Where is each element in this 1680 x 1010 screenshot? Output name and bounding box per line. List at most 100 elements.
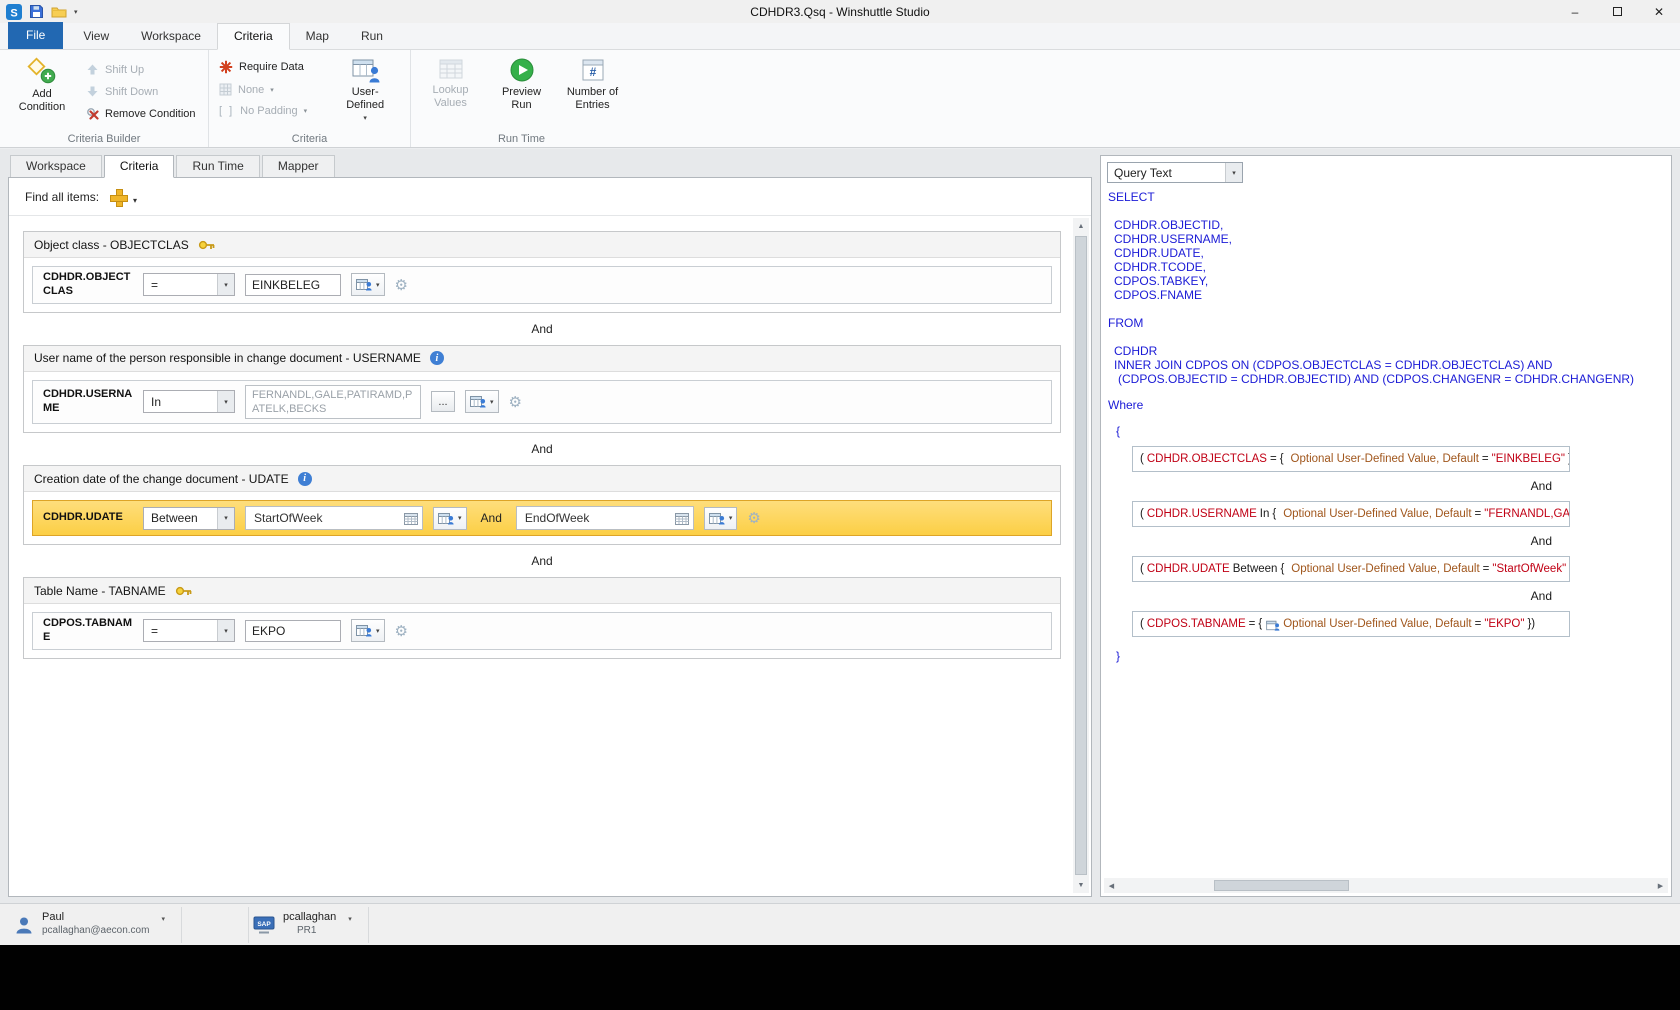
- start-date-input[interactable]: StartOfWeek: [245, 506, 423, 530]
- preview-run-icon: [509, 57, 535, 83]
- dropdown-arrow-icon: ▾: [729, 514, 733, 522]
- none-dropdown-icon: ▾: [270, 86, 274, 94]
- main-area: Workspace Criteria Run Time Mapper Find …: [0, 149, 1680, 903]
- connection-dropdown-icon[interactable]: ▾: [348, 915, 352, 923]
- preview-run-label: Preview Run: [492, 86, 551, 112]
- user-defined-icon: [470, 395, 486, 408]
- window-controls: – ✕: [1554, 0, 1680, 23]
- save-icon[interactable]: [29, 4, 44, 19]
- sql-close-brace: }: [1116, 649, 1667, 663]
- condition-group-username: User name of the person responsible in c…: [23, 345, 1061, 434]
- settings-gear-icon[interactable]: ⚙: [395, 622, 408, 640]
- sap-connection-widget[interactable]: SAP pcallaghan PR1 ▾: [248, 907, 369, 943]
- field-name: CDHDR.OBJECTCLAS: [43, 271, 133, 299]
- browse-values-button[interactable]: ...: [431, 391, 455, 412]
- tab-file[interactable]: File: [8, 22, 63, 49]
- shift-down-button[interactable]: Shift Down: [86, 85, 196, 98]
- preview-run-button[interactable]: Preview Run: [492, 54, 551, 112]
- operator-dropdown[interactable]: Between ▾: [143, 507, 235, 530]
- account-dropdown-icon[interactable]: ▾: [161, 915, 165, 923]
- add-item-dropdown-icon[interactable]: ▾: [133, 196, 137, 205]
- condition-title: User name of the person responsible in c…: [34, 351, 421, 365]
- tab-run[interactable]: Run: [345, 24, 399, 49]
- tab-criteria[interactable]: Criteria: [217, 23, 290, 50]
- query-view-dropdown[interactable]: Query Text ▾: [1107, 162, 1243, 183]
- conditions-list: Object class - OBJECTCLAS CDHDR.OBJECTCL…: [9, 217, 1069, 896]
- end-date-input[interactable]: EndOfWeek: [516, 506, 694, 530]
- sql-from-keyword: FROM: [1108, 316, 1667, 330]
- add-condition-button[interactable]: Add Condition: [10, 54, 74, 114]
- criteria-body: Find all items: ▾ Object class - OBJECTC…: [8, 177, 1092, 897]
- open-folder-icon[interactable]: [51, 5, 67, 18]
- settings-gear-icon[interactable]: ⚙: [395, 276, 408, 294]
- none-label: None: [238, 84, 264, 96]
- user-defined-value-button[interactable]: ▾: [351, 273, 385, 296]
- user-defined-button[interactable]: User-Defined ▾: [333, 54, 397, 124]
- doc-tab-workspace[interactable]: Workspace: [10, 155, 102, 178]
- minimize-button[interactable]: –: [1554, 0, 1596, 23]
- shift-down-label: Shift Down: [105, 86, 158, 98]
- scrollbar-thumb[interactable]: [1075, 236, 1087, 875]
- dropdown-arrow-icon: ▾: [376, 627, 380, 635]
- close-button[interactable]: ✕: [1638, 0, 1680, 23]
- calendar-icon[interactable]: [404, 512, 418, 525]
- operator-dropdown[interactable]: = ▾: [143, 619, 235, 642]
- scrollbar-thumb[interactable]: [1214, 880, 1349, 891]
- field-name: CDHDR.USERNAME: [43, 388, 133, 416]
- value-input[interactable]: [245, 274, 341, 296]
- no-padding-dropdown-icon: ▾: [304, 107, 308, 115]
- operator-value: =: [144, 278, 217, 292]
- lookup-values-button[interactable]: Lookup Values: [421, 54, 480, 110]
- account-email: pcallaghan@aecon.com: [42, 925, 149, 938]
- tab-workspace[interactable]: Workspace: [125, 24, 217, 49]
- user-defined-value-button[interactable]: ▾: [465, 390, 499, 413]
- user-defined-icon: [1266, 620, 1280, 631]
- doc-tab-mapper[interactable]: Mapper: [262, 155, 335, 178]
- maximize-button[interactable]: [1596, 0, 1638, 23]
- add-condition-icon: [27, 57, 57, 85]
- none-button[interactable]: None ▾: [219, 83, 307, 96]
- dropdown-arrow-icon: ▾: [458, 514, 462, 522]
- tab-map[interactable]: Map: [290, 24, 345, 49]
- dropdown-arrow-icon: ▾: [217, 391, 234, 412]
- no-padding-button[interactable]: [ ] No Padding ▾: [219, 105, 307, 117]
- shift-up-button[interactable]: Shift Up: [86, 63, 196, 76]
- settings-gear-icon[interactable]: ⚙: [747, 509, 760, 527]
- group-label-criteria-builder: Criteria Builder: [0, 133, 208, 145]
- value-input[interactable]: [245, 620, 341, 642]
- ribbon-group-criteria: Require Data None ▾ [ ] No Padding ▾: [208, 50, 410, 147]
- vertical-scrollbar[interactable]: ▲ ▼: [1073, 218, 1089, 893]
- title-bar: CDHDR3.Qsq - Winshuttle Studio S ▾ – ✕: [0, 0, 1680, 23]
- svg-text:S: S: [10, 7, 17, 19]
- operator-dropdown[interactable]: In ▾: [143, 390, 235, 413]
- calendar-icon[interactable]: [675, 512, 689, 525]
- scroll-left-icon[interactable]: ◀: [1104, 878, 1119, 893]
- user-defined-value-button[interactable]: ▾: [351, 619, 385, 642]
- scroll-up-icon[interactable]: ▲: [1073, 218, 1089, 234]
- settings-gear-icon[interactable]: ⚙: [509, 393, 522, 411]
- doc-tab-criteria[interactable]: Criteria: [104, 155, 175, 178]
- add-item-plus-icon[interactable]: [109, 188, 127, 206]
- user-defined-value-button[interactable]: ▾: [704, 507, 738, 530]
- qat-customize-icon[interactable]: ▾: [74, 8, 78, 16]
- query-and-separator: And: [1108, 589, 1570, 603]
- tab-view[interactable]: View: [67, 24, 125, 49]
- info-icon[interactable]: i: [430, 351, 444, 365]
- info-icon[interactable]: i: [298, 472, 312, 486]
- number-of-entries-button[interactable]: # Number of Entries: [563, 54, 622, 112]
- remove-condition-icon: [86, 107, 99, 120]
- maximize-icon: [1613, 7, 1622, 16]
- no-padding-label: No Padding: [240, 105, 298, 117]
- horizontal-scrollbar[interactable]: ◀ ▶: [1104, 878, 1668, 893]
- operator-dropdown[interactable]: = ▾: [143, 273, 235, 296]
- query-and-separator: And: [1108, 479, 1570, 493]
- lookup-values-label: Lookup Values: [421, 84, 480, 110]
- user-defined-value-button[interactable]: ▾: [433, 507, 467, 530]
- scroll-right-icon[interactable]: ▶: [1653, 878, 1668, 893]
- user-defined-label: User-Defined: [333, 86, 397, 112]
- doc-tab-run-time[interactable]: Run Time: [176, 155, 259, 178]
- remove-condition-button[interactable]: Remove Condition: [86, 107, 196, 120]
- require-data-button[interactable]: Require Data: [219, 60, 307, 74]
- account-widget[interactable]: Paul pcallaghan@aecon.com ▾: [10, 907, 182, 943]
- scroll-down-icon[interactable]: ▼: [1073, 877, 1089, 893]
